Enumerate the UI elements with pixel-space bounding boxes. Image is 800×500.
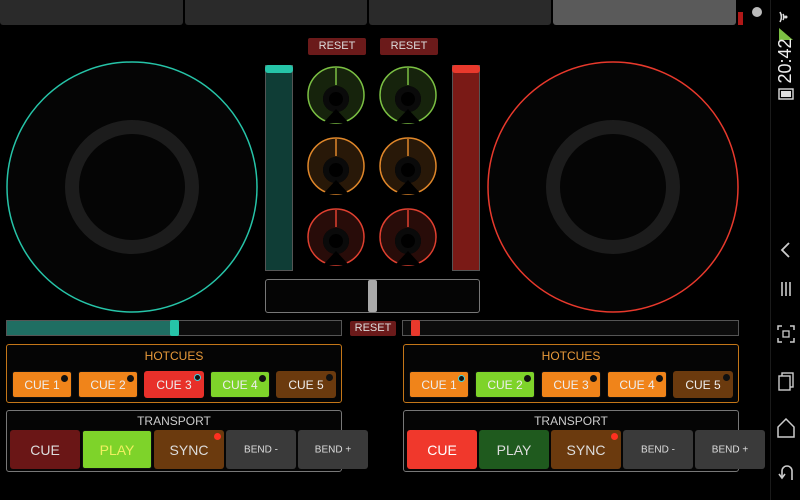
deck-b-hotcue-cue-1-button[interactable]: CUE 1 [409, 371, 469, 398]
eq-knob-mid-a[interactable] [307, 137, 365, 195]
pitch-reset-button[interactable]: RESET [350, 321, 396, 336]
indicator-led-icon [458, 375, 465, 382]
deck-a-volume-level [266, 66, 292, 270]
indicator-led-icon [61, 375, 68, 382]
deck-a-hotcue-cue-5-button[interactable]: CUE 5 [276, 371, 336, 398]
deck-b-hotcue-cue-2-button[interactable]: CUE 2 [475, 371, 535, 398]
deck-b-transport-button-label: SYNC [566, 441, 606, 458]
eq-reset-left-button[interactable]: RESET [308, 38, 366, 55]
eq-knob-high-a[interactable] [307, 66, 365, 124]
deck-b-hotcues-panel: HOTCUES CUE 1 CUE 2 CUE 3 CUE 4 CUE 5 [403, 344, 739, 403]
deck-b-transport-sync-button[interactable]: SYNC [551, 430, 621, 469]
return-icon[interactable] [777, 463, 795, 483]
deck-b-transport-button-label: BEND + [711, 444, 749, 455]
indicator-led-icon [611, 433, 618, 440]
deck-a-hotcue-cue-3-button[interactable]: CUE 3 [144, 371, 204, 398]
crossfader-handle[interactable] [368, 280, 377, 312]
deck-b-transport-button-label: CUE [427, 441, 457, 458]
clock: 20:42 [775, 38, 795, 84]
deck-a-transport-button-label: BEND - [244, 444, 278, 455]
deck-a-hotcue-cue-4-button[interactable]: CUE 4 [210, 371, 270, 398]
wifi-icon [779, 11, 788, 23]
menu-icon[interactable] [778, 280, 794, 298]
indicator-led-icon [723, 374, 730, 381]
deck-a-transport-button-label: CUE [30, 441, 60, 458]
deck-b-transport-bend-plus-button[interactable]: BEND + [695, 430, 765, 469]
deck-a-hotcue-cue-2-button[interactable]: CUE 2 [78, 371, 138, 398]
indicator-led-icon [326, 374, 333, 381]
deck-b-transport-bend-minus-button[interactable]: BEND - [623, 430, 693, 469]
deck-b-transport-button-label: BEND - [641, 444, 675, 455]
deck-a-hotcue-cue-1-button[interactable]: CUE 1 [12, 371, 72, 398]
deck-b-hotcue-cue-3-button[interactable]: CUE 3 [541, 371, 601, 398]
deck-a-hotcues-title: HOTCUES [144, 349, 204, 363]
battery-icon [778, 88, 794, 100]
deck-b-transport-title: TRANSPORT [534, 414, 608, 428]
indicator-led-icon [524, 375, 531, 382]
deck-a-transport-button-label: PLAY [99, 441, 135, 458]
deck-b-hotcues-title: HOTCUES [541, 349, 601, 363]
eq-knob-low-a[interactable] [307, 208, 365, 266]
eq-knob-mid-b[interactable] [379, 137, 437, 195]
eq-knob-grid [307, 66, 437, 266]
deck-a-transport-button-label: BEND + [314, 444, 352, 455]
top-tab-1[interactable] [0, 0, 183, 25]
deck-b-volume-fader[interactable] [452, 65, 480, 271]
eq-knob-high-b[interactable] [379, 66, 437, 124]
top-tab-4[interactable] [553, 0, 736, 25]
deck-b-hotcue-cue-4-button[interactable]: CUE 4 [607, 371, 667, 398]
deck-b-pitch-handle[interactable] [411, 320, 420, 336]
screenshot-icon[interactable] [777, 325, 795, 343]
record-indicator [738, 12, 743, 25]
indicator-led-icon [656, 375, 663, 382]
deck-b-hotcue-cue-5-button[interactable]: CUE 5 [673, 371, 733, 398]
indicator-led-icon [259, 375, 266, 382]
indicator-led-icon [214, 433, 221, 440]
top-tab-3[interactable] [369, 0, 551, 25]
deck-a-transport-play-button[interactable]: PLAY [82, 430, 152, 469]
deck-a-transport-title: TRANSPORT [137, 414, 211, 428]
system-navigation-bar: 20:42 [770, 0, 800, 500]
recent-apps-icon[interactable] [777, 372, 795, 392]
deck-b-volume-handle[interactable] [452, 65, 480, 73]
indicator-led-icon [194, 374, 201, 381]
deck-a-transport-sync-button[interactable]: SYNC [154, 430, 224, 469]
eq-reset-right-button[interactable]: RESET [380, 38, 438, 55]
deck-b-volume-level [453, 66, 479, 270]
deck-a-hotcues-panel: HOTCUES CUE 1 CUE 2 CUE 3 CUE 4 CUE 5 [6, 344, 342, 403]
deck-b-jog-wheel[interactable] [486, 60, 740, 314]
deck-a-volume-fader[interactable] [265, 65, 293, 271]
menu-dot-icon[interactable] [752, 7, 762, 17]
home-icon[interactable] [777, 418, 795, 438]
indicator-led-icon [590, 375, 597, 382]
deck-b-pitch-slider[interactable] [402, 320, 739, 336]
crossfader[interactable] [265, 279, 480, 313]
deck-a-transport-panel: TRANSPORT CUE PLAY SYNC BEND - BEND + [6, 410, 368, 472]
back-icon[interactable] [778, 241, 794, 259]
top-tab-2[interactable] [185, 0, 367, 25]
deck-a-volume-handle[interactable] [265, 65, 293, 73]
deck-a-transport-cue-button[interactable]: CUE [10, 430, 80, 469]
deck-a-transport-button-label: SYNC [169, 441, 209, 458]
deck-a-pitch-handle[interactable] [170, 320, 179, 336]
deck-b-transport-panel: TRANSPORT CUE PLAY SYNC BEND - BEND + [403, 410, 765, 472]
deck-a-jog-wheel[interactable] [5, 60, 259, 314]
deck-b-transport-button-label: PLAY [496, 441, 532, 458]
deck-a-transport-bend-plus-button[interactable]: BEND + [298, 430, 368, 469]
indicator-led-icon [127, 375, 134, 382]
deck-a-pitch-slider[interactable] [6, 320, 342, 336]
deck-a-pitch-level [7, 321, 174, 335]
deck-a-transport-bend-minus-button[interactable]: BEND - [226, 430, 296, 469]
deck-b-transport-play-button[interactable]: PLAY [479, 430, 549, 469]
eq-knob-low-b[interactable] [379, 208, 437, 266]
deck-b-transport-cue-button[interactable]: CUE [407, 430, 477, 469]
